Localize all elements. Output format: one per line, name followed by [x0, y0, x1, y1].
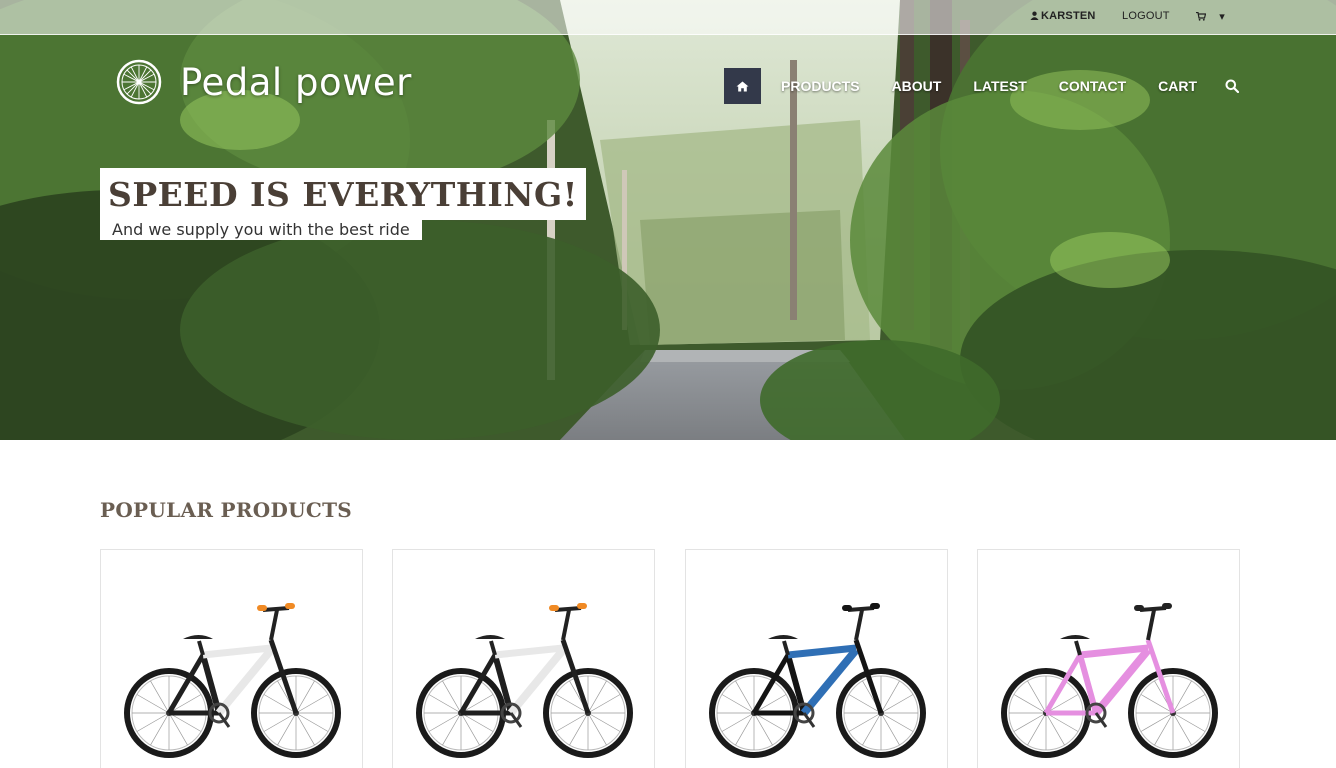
- search-icon[interactable]: [1225, 79, 1240, 93]
- nav-item-latest[interactable]: LATEST: [973, 78, 1026, 94]
- hero-subline-box: And we supply you with the best ride: [100, 219, 422, 240]
- hero-subline: And we supply you with the best ride: [112, 220, 410, 239]
- chevron-down-icon: ▾: [1219, 11, 1225, 23]
- brand-logo[interactable]: Pedal power: [116, 58, 412, 106]
- bicycle-wheel-icon: [116, 59, 162, 105]
- product-grid: [100, 549, 1240, 768]
- nav-item-contact[interactable]: CONTACT: [1059, 78, 1126, 94]
- bicycle-product-image: [1001, 603, 1218, 758]
- bicycle-product-image: [709, 603, 926, 758]
- product-card[interactable]: [685, 549, 948, 768]
- mini-cart-dropdown[interactable]: ▾: [1196, 10, 1225, 23]
- account-username: KARSTEN: [1041, 10, 1096, 22]
- hero-banner: KARSTEN LOGOUT ▾ Pedal power PRODUCTS AB…: [0, 0, 1336, 440]
- hero-headline: SPEED IS EVERYTHING!: [108, 174, 578, 214]
- logout-link[interactable]: LOGOUT: [1122, 10, 1170, 22]
- brand-name: Pedal power: [180, 60, 412, 104]
- nav-item-products[interactable]: PRODUCTS: [781, 78, 860, 94]
- top-utility-bar: KARSTEN LOGOUT ▾: [0, 0, 1336, 35]
- hero-headline-box: SPEED IS EVERYTHING!: [100, 168, 586, 220]
- nav-item-cart[interactable]: CART: [1158, 78, 1197, 94]
- cart-icon: [1196, 11, 1207, 21]
- main-nav: PRODUCTS ABOUT LATEST CONTACT CART: [724, 68, 1240, 104]
- account-link[interactable]: KARSTEN: [1030, 10, 1096, 22]
- bicycle-product-image: [124, 603, 341, 758]
- product-card[interactable]: [977, 549, 1240, 768]
- home-icon: [736, 81, 749, 91]
- product-card[interactable]: [100, 549, 363, 768]
- section-title: POPULAR PRODUCTS: [100, 498, 353, 522]
- user-icon: [1030, 11, 1039, 20]
- product-card[interactable]: [392, 549, 655, 768]
- bicycle-product-image: [416, 603, 633, 758]
- nav-home-button[interactable]: [724, 68, 761, 104]
- nav-item-about[interactable]: ABOUT: [892, 78, 942, 94]
